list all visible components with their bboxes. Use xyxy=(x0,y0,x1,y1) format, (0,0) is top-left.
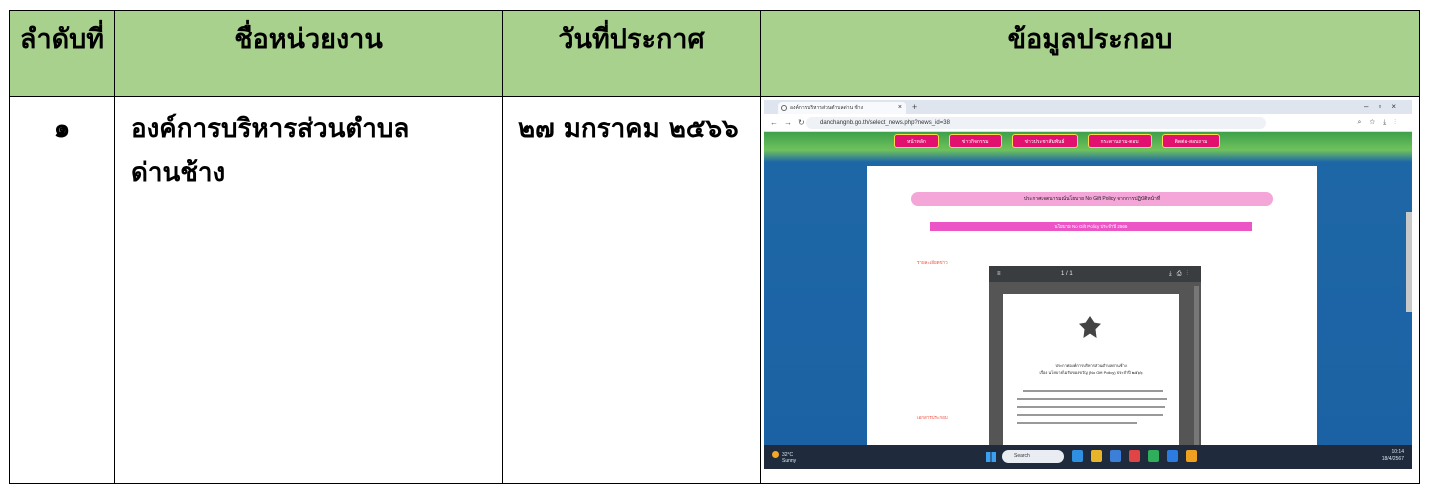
app-icon[interactable] xyxy=(1167,450,1178,462)
pdf-page: ประกาศองค์การบริหารส่วนตำบลด่านช้าง เรื่… xyxy=(1003,294,1179,445)
website-area: หน้าหลัก ข่าวกิจกรรม ข่าวประชาสัมพันธ์ ก… xyxy=(764,132,1412,445)
taskbar-search[interactable]: Search xyxy=(1002,450,1064,463)
doc-text-line xyxy=(1023,390,1163,392)
new-tab-icon[interactable]: + xyxy=(912,101,917,113)
detail-label: รายละเอียดข่าว xyxy=(917,260,948,265)
windows-start-icon[interactable] xyxy=(986,452,996,462)
app-icon[interactable] xyxy=(1186,450,1197,462)
system-tray[interactable]: 10:14 18/4/2567 xyxy=(1382,449,1404,463)
evidence-screenshot: องค์การบริหารส่วนตำบลด่าน ช้าง × + –▫× ←… xyxy=(764,100,1412,469)
browser-tab[interactable]: องค์การบริหารส่วนตำบลด่าน ช้าง × xyxy=(778,102,906,114)
pdf-tools-icon[interactable]: ⤓⎙⋮ xyxy=(1169,266,1193,282)
menu-item-contact[interactable]: ติดต่อ-สอบถาม xyxy=(1161,134,1221,148)
pdf-viewer: ≡ 1 / 1 ⤓⎙⋮ ประกาศองค์การบริหารส่วนตำบลด… xyxy=(989,266,1201,445)
row-number: ๑ xyxy=(9,96,115,484)
row-agency: องค์การบริหารส่วนตำบลด่านช้าง xyxy=(114,96,503,484)
attach-label: เอกสารประกอบ xyxy=(917,415,948,420)
pdf-menu-icon[interactable]: ≡ xyxy=(997,266,1001,282)
windows-taskbar: 32°C Sunny Search 10:14 18/4/2567 xyxy=(764,445,1412,469)
doc-text-line xyxy=(1017,406,1165,408)
site-menu: หน้าหลัก ข่าวกิจกรรม ข่าวประชาสัมพันธ์ ก… xyxy=(894,134,1221,148)
favicon-icon xyxy=(781,105,787,111)
sun-icon xyxy=(772,451,779,458)
clock-time: 10:14 xyxy=(1391,449,1404,455)
doc-text-line xyxy=(1017,422,1137,424)
row-announce-date: ๒๗ มกราคม ๒๕๖๖ xyxy=(502,96,761,484)
policy-bar: นโยบาย No Gift Policy ประจำปี 2566 xyxy=(930,222,1252,231)
nav-buttons-icon[interactable]: ←→↻ xyxy=(770,117,811,129)
menu-item-home[interactable]: หน้าหลัก xyxy=(894,134,939,148)
header-agency: ชื่อหน่วยงาน xyxy=(114,10,503,97)
clock-date: 18/4/2567 xyxy=(1381,456,1404,462)
row-evidence: องค์การบริหารส่วนตำบลด่าน ช้าง × + –▫× ←… xyxy=(760,96,1420,484)
header-announce-date: วันที่ประกาศ xyxy=(502,10,761,97)
window-controls-icon[interactable]: –▫× xyxy=(1364,100,1406,114)
table-header-row: ลำดับที่ ชื่อหน่วยงาน วันที่ประกาศ ข้อมู… xyxy=(9,10,1420,97)
banner-title: ประกาศเจตนารมณ์นโยบาย No Gift Policy จาก… xyxy=(911,192,1273,206)
doc-text-line xyxy=(1017,398,1167,400)
app-icon[interactable] xyxy=(1148,450,1159,462)
address-bar: ←→↻ danchangnb.go.th/select_news.php?new… xyxy=(764,114,1412,132)
garuda-emblem-icon xyxy=(1079,316,1101,338)
chrome-icon[interactable] xyxy=(1129,450,1140,462)
app-icon[interactable] xyxy=(1072,450,1083,462)
doc-text-line xyxy=(1017,414,1163,416)
browser-tools-icon[interactable]: ⌕☆⤓⋮ xyxy=(1358,117,1404,129)
tab-title: องค์การบริหารส่วนตำบลด่าน ช้าง xyxy=(790,105,864,111)
header-evidence: ข้อมูลประกอบ xyxy=(760,10,1420,97)
folder-icon[interactable] xyxy=(1091,450,1102,462)
page-scrollbar[interactable] xyxy=(1406,212,1412,312)
tab-close-icon[interactable]: × xyxy=(898,102,902,114)
menu-item-qa[interactable]: กระดานถาม-ตอบ xyxy=(1087,134,1152,148)
news-panel: ประกาศเจตนารมณ์นโยบาย No Gift Policy จาก… xyxy=(867,166,1317,445)
doc-subject: เรื่อง นโยบายไม่รับของขวัญ (No Gift Poli… xyxy=(1039,370,1143,375)
pdf-scrollbar[interactable] xyxy=(1194,286,1199,445)
weather-temp: 32°C xyxy=(782,451,794,458)
weather-desc: Sunny xyxy=(782,458,797,464)
app-icon[interactable] xyxy=(1110,450,1121,462)
header-number: ลำดับที่ xyxy=(9,10,115,97)
pdf-page-indicator[interactable]: 1 / 1 xyxy=(1061,266,1073,282)
menu-item-news[interactable]: ข่าวประชาสัมพันธ์ xyxy=(1011,134,1078,148)
table-row: ๑ องค์การบริหารส่วนตำบลด่านช้าง ๒๗ มกราค… xyxy=(9,96,1420,484)
url-field[interactable]: danchangnb.go.th/select_news.php?news_id… xyxy=(806,117,1266,129)
menu-item-activities[interactable]: ข่าวกิจกรรม xyxy=(948,134,1002,148)
browser-tabbar: องค์การบริหารส่วนตำบลด่าน ช้าง × + –▫× xyxy=(764,100,1412,114)
taskbar-apps xyxy=(1072,450,1197,462)
pdf-toolbar: ≡ 1 / 1 ⤓⎙⋮ xyxy=(989,266,1201,282)
agency-table: ลำดับที่ ชื่อหน่วยงาน วันที่ประกาศ ข้อมู… xyxy=(9,10,1420,484)
weather-widget[interactable]: 32°C Sunny xyxy=(772,451,796,464)
